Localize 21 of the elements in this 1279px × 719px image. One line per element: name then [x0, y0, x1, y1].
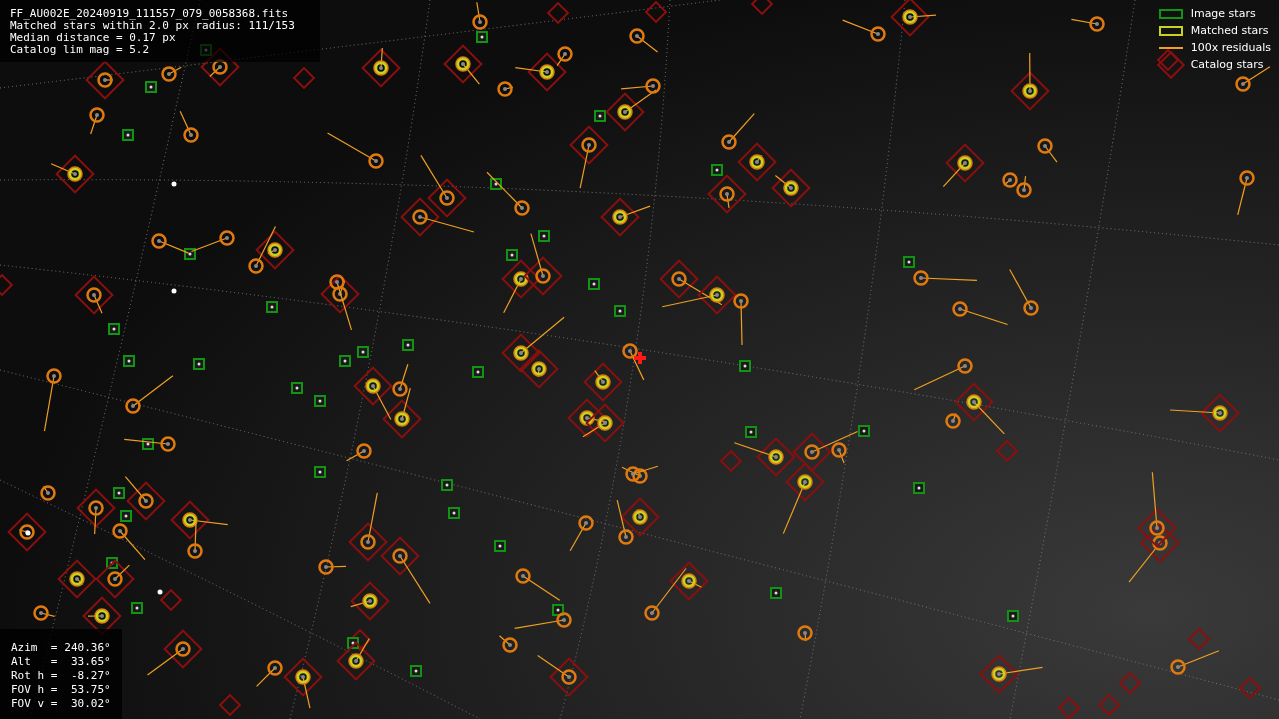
pointing-label: FOV h =	[11, 683, 58, 697]
rectangle-icon	[1158, 25, 1183, 36]
pointing-value: -8.27°	[69, 669, 111, 683]
pointing-value: 240.36°	[64, 641, 111, 655]
pointing-label: Alt =	[11, 655, 58, 669]
pointing-value: 30.02°	[69, 697, 111, 711]
legend-label: Matched stars	[1190, 24, 1269, 37]
pointing-label: Azim =	[11, 641, 58, 655]
legend-label: Image stars	[1190, 7, 1256, 20]
pointing-value: 53.75°	[69, 683, 111, 697]
info-text: Catalog lim mag = 5.2	[10, 44, 151, 56]
square-icon	[1158, 8, 1183, 19]
line-icon	[1158, 46, 1183, 49]
pointing-label: Rot h =	[11, 669, 58, 683]
legend-label: 100x residuals	[1190, 41, 1271, 54]
info-text: Matched stars within 2.0 px radius: 111/153	[10, 20, 296, 32]
info-text: Median distance = 0.17 px	[10, 32, 177, 44]
legend-label: Catalog stars	[1190, 58, 1264, 71]
info-text: FF_AU002E_20240919_111557_079_0058368.fits	[10, 8, 290, 20]
pointing-label: FOV v =	[11, 697, 58, 711]
pointing-value: 33.65°	[69, 655, 111, 669]
